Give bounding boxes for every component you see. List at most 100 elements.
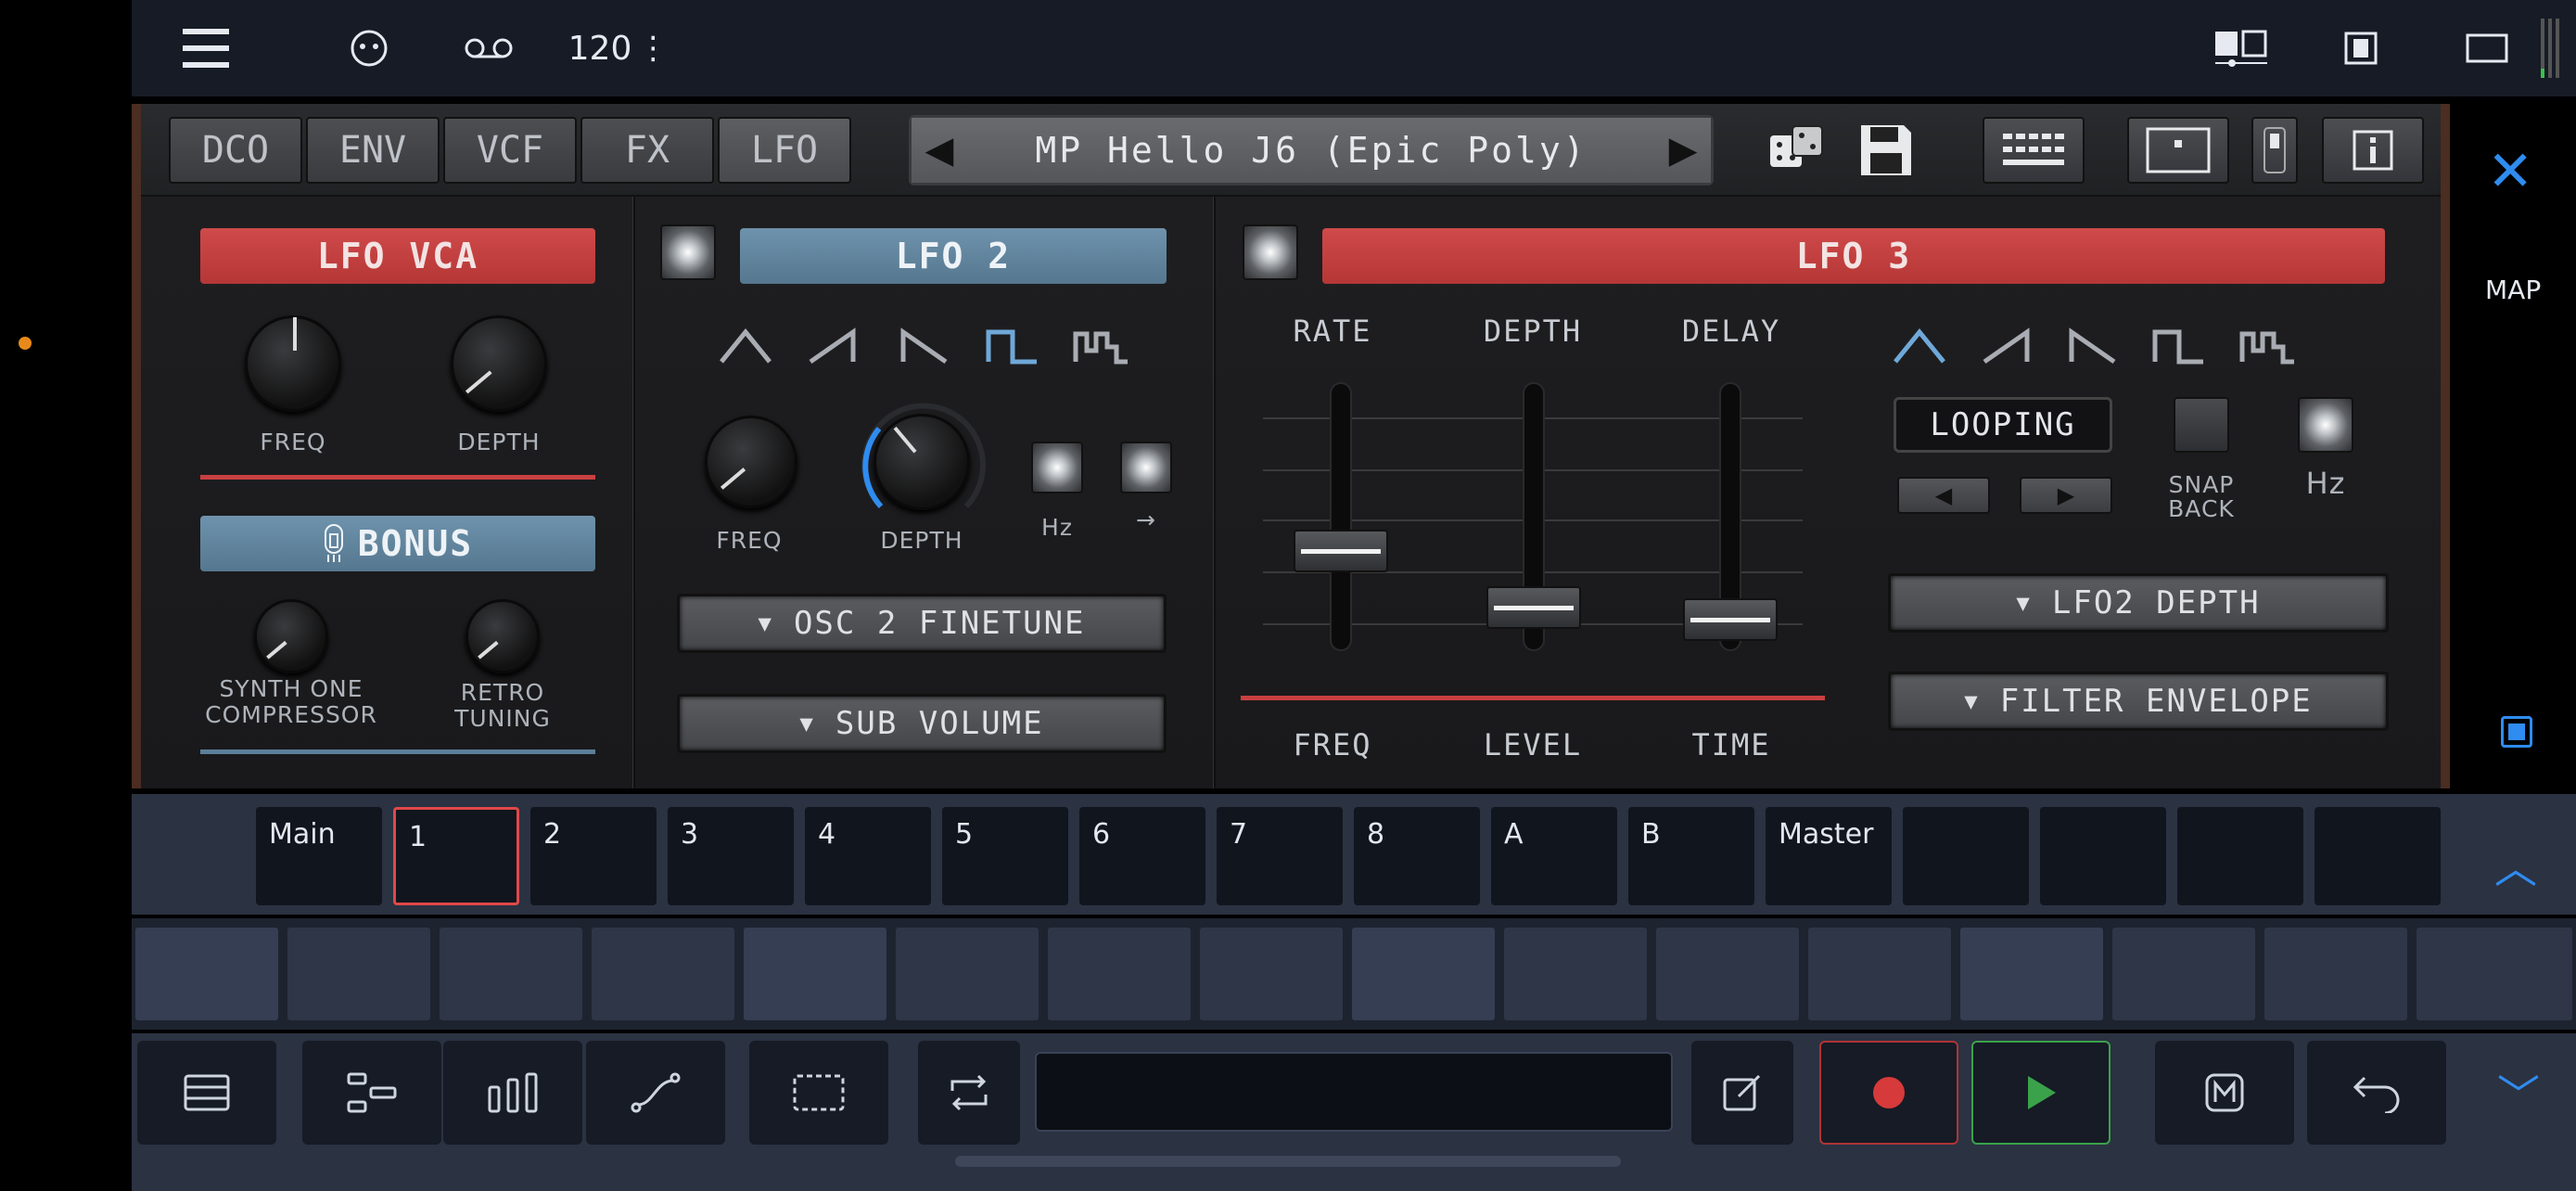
track-3[interactable]: 3 bbox=[668, 807, 794, 905]
track-5[interactable]: 5 bbox=[942, 807, 1068, 905]
selection-icon[interactable] bbox=[749, 1041, 888, 1145]
lfo2-saw-up-wave-icon[interactable] bbox=[805, 323, 864, 369]
pad[interactable] bbox=[592, 928, 734, 1020]
lfo2-triangle-wave-icon[interactable] bbox=[716, 323, 775, 369]
track-empty[interactable] bbox=[2177, 807, 2303, 905]
lfo3-saw-up-wave-icon[interactable] bbox=[1979, 323, 2038, 369]
lfo3-snap-back-toggle[interactable] bbox=[2174, 397, 2229, 453]
face-icon[interactable] bbox=[341, 19, 397, 78]
chevron-down-icon[interactable]: ﹀ bbox=[2481, 1041, 2556, 1145]
pad[interactable] bbox=[2112, 928, 2255, 1020]
pad[interactable] bbox=[2417, 928, 2572, 1020]
lfo3-mode-next-button[interactable]: ▶ bbox=[2020, 477, 2112, 514]
track-2[interactable]: 2 bbox=[530, 807, 657, 905]
synth-one-compressor-knob[interactable] bbox=[254, 599, 328, 673]
arrange-icon[interactable] bbox=[302, 1041, 441, 1145]
pad[interactable] bbox=[1200, 928, 1343, 1020]
lfo3-delay-slider-handle[interactable] bbox=[1683, 597, 1778, 641]
undo-icon[interactable] bbox=[2307, 1041, 2446, 1145]
lfo3-square-wave-icon[interactable] bbox=[2149, 323, 2209, 369]
track-6[interactable]: 6 bbox=[1079, 807, 1205, 905]
lfo3-depth-slider-handle[interactable] bbox=[1486, 586, 1581, 630]
tempo-display[interactable]: 120 ⋮ bbox=[567, 19, 670, 78]
lfo3-triangle-wave-icon[interactable] bbox=[1890, 323, 1949, 369]
window-icon[interactable] bbox=[2333, 19, 2389, 78]
dice-icon[interactable] bbox=[1760, 117, 1834, 184]
view-toggle-icon[interactable] bbox=[2127, 117, 2229, 184]
metronome-icon[interactable] bbox=[2155, 1041, 2294, 1145]
voicemail-icon[interactable] bbox=[456, 19, 521, 78]
track-b[interactable]: B bbox=[1628, 807, 1754, 905]
map-button[interactable]: MAP bbox=[2485, 275, 2541, 305]
lfo2-enable-button[interactable] bbox=[660, 224, 716, 280]
lfo2-depth-knob[interactable] bbox=[874, 414, 970, 510]
fullscreen-icon[interactable] bbox=[2459, 19, 2515, 78]
tab-dco[interactable]: DCO bbox=[169, 117, 302, 184]
preset-next-button[interactable]: ▶ bbox=[1655, 118, 1711, 183]
retro-tuning-knob[interactable] bbox=[465, 599, 540, 673]
track-4[interactable]: 4 bbox=[805, 807, 931, 905]
track-main[interactable]: Main bbox=[256, 807, 382, 905]
position-display[interactable] bbox=[1035, 1052, 1673, 1132]
pad[interactable] bbox=[1960, 928, 2103, 1020]
lfo2-sync-toggle[interactable] bbox=[1120, 442, 1172, 493]
pad[interactable] bbox=[287, 928, 430, 1020]
track-master[interactable]: Master bbox=[1766, 807, 1892, 905]
lfo-vca-depth-knob[interactable] bbox=[451, 315, 547, 412]
pad[interactable] bbox=[1048, 928, 1191, 1020]
lfo-vca-freq-knob[interactable] bbox=[245, 315, 341, 412]
chevron-up-icon[interactable]: ︿ bbox=[2494, 835, 2537, 896]
play-button[interactable] bbox=[1971, 1041, 2111, 1145]
lfo2-destination-1-dropdown[interactable]: ▼ OSC 2 FINETUNE bbox=[677, 594, 1167, 653]
lfo2-random-wave-icon[interactable] bbox=[1072, 323, 1131, 369]
automation-icon[interactable] bbox=[586, 1041, 725, 1145]
pad[interactable] bbox=[1656, 928, 1799, 1020]
tab-env[interactable]: ENV bbox=[306, 117, 440, 184]
tab-fx[interactable]: FX bbox=[580, 117, 714, 184]
pad[interactable] bbox=[1352, 928, 1495, 1020]
record-button[interactable] bbox=[1819, 1041, 1958, 1145]
track-8[interactable]: 8 bbox=[1354, 807, 1480, 905]
mixer-icon[interactable] bbox=[443, 1041, 582, 1145]
track-empty[interactable] bbox=[2315, 807, 2441, 905]
lfo3-hz-toggle[interactable] bbox=[2298, 397, 2353, 453]
pad[interactable] bbox=[1808, 928, 1951, 1020]
sliders-icon[interactable] bbox=[2251, 117, 2298, 184]
tab-lfo[interactable]: LFO bbox=[718, 117, 851, 184]
lfo2-freq-knob[interactable] bbox=[705, 416, 797, 508]
lfo3-destination-2-dropdown[interactable]: ▼ FILTER ENVELOPE bbox=[1888, 672, 2389, 731]
lfo3-enable-button[interactable] bbox=[1243, 224, 1298, 280]
lfo2-hz-toggle[interactable] bbox=[1031, 442, 1083, 493]
preset-prev-button[interactable]: ◀ bbox=[912, 118, 967, 183]
close-icon[interactable]: ✕ bbox=[2487, 139, 2533, 204]
preset-name[interactable]: MP Hello J6 (Epic Poly) bbox=[967, 118, 1655, 183]
lfo3-rate-slider-track[interactable] bbox=[1330, 382, 1352, 651]
pad[interactable] bbox=[440, 928, 582, 1020]
pad[interactable] bbox=[1504, 928, 1647, 1020]
layout-icon[interactable] bbox=[2209, 19, 2274, 78]
keyboard-icon[interactable] bbox=[1983, 117, 2085, 184]
track-empty[interactable] bbox=[2040, 807, 2166, 905]
lfo3-looping-mode[interactable]: LOOPING bbox=[1894, 397, 2112, 453]
lfo3-saw-down-wave-icon[interactable] bbox=[2062, 323, 2122, 369]
lfo2-destination-2-dropdown[interactable]: ▼ SUB VOLUME bbox=[677, 694, 1167, 753]
lfo2-square-wave-icon[interactable] bbox=[983, 323, 1042, 369]
tab-vcf[interactable]: VCF bbox=[443, 117, 577, 184]
pad[interactable] bbox=[135, 928, 278, 1020]
lfo3-destination-1-dropdown[interactable]: ▼ LFO2 DEPTH bbox=[1888, 573, 2389, 633]
track-1[interactable]: 1 bbox=[393, 807, 519, 905]
list-view-icon[interactable] bbox=[137, 1041, 276, 1145]
info-icon[interactable] bbox=[2322, 117, 2424, 184]
save-icon[interactable] bbox=[1849, 117, 1923, 184]
lfo3-random-wave-icon[interactable] bbox=[2238, 323, 2298, 369]
pad[interactable] bbox=[896, 928, 1039, 1020]
tempo-menu-icon[interactable]: ⋮ bbox=[637, 30, 669, 67]
pad[interactable] bbox=[744, 928, 886, 1020]
lfo2-saw-down-wave-icon[interactable] bbox=[894, 323, 953, 369]
lfo3-mode-prev-button[interactable]: ◀ bbox=[1897, 477, 1990, 514]
edit-icon[interactable] bbox=[1691, 1041, 1793, 1145]
hamburger-menu-icon[interactable] bbox=[178, 19, 234, 78]
home-indicator[interactable] bbox=[955, 1156, 1621, 1167]
track-empty[interactable] bbox=[1903, 807, 2029, 905]
square-icon[interactable] bbox=[2501, 716, 2532, 748]
